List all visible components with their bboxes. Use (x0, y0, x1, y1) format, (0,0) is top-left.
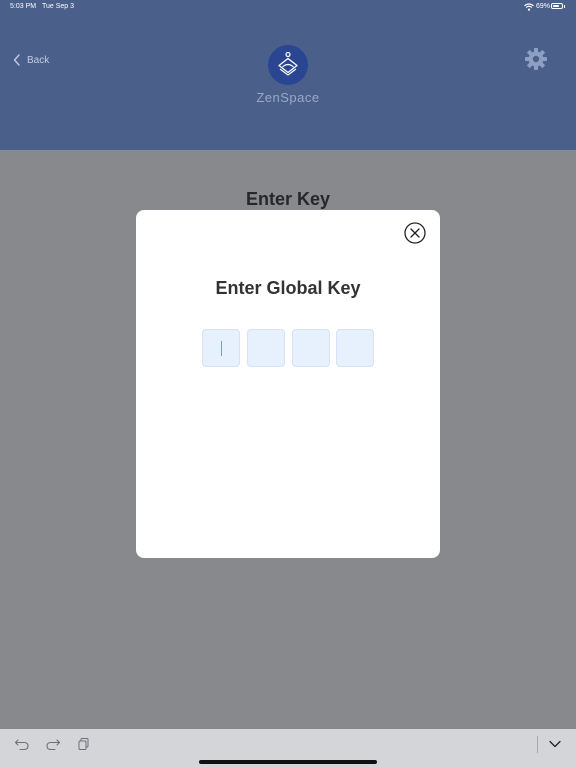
status-time: 5:03 PM (10, 3, 37, 10)
battery-icon (551, 3, 563, 9)
hide-keyboard-button[interactable] (547, 737, 563, 751)
status-bar: 5:03 PM Tue Sep 3 69% (0, 0, 576, 16)
app-name: ZenSpace (256, 90, 320, 105)
wifi-icon (524, 3, 534, 11)
undo-button[interactable] (14, 737, 30, 751)
battery-percent: 69% (536, 3, 551, 10)
chevron-left-icon (13, 54, 20, 66)
paste-button[interactable] (76, 737, 92, 751)
redo-button[interactable] (45, 737, 61, 751)
paste-icon (78, 738, 89, 750)
toolbar-divider (537, 736, 538, 753)
modal-title: Enter Global Key (215, 278, 361, 298)
key-digit-input-4[interactable] (336, 329, 374, 367)
home-indicator (199, 760, 377, 764)
status-date: Tue Sep 3 (42, 3, 75, 10)
chevron-down-icon (549, 740, 561, 748)
enter-key-modal: Enter Global Key (136, 210, 440, 558)
app-screen: Back ZenSpace 5:03 PM Tue Sep 3 69% Ente… (0, 0, 576, 768)
back-label: Back (27, 54, 50, 66)
close-icon (404, 222, 426, 244)
battery-fill (553, 5, 559, 7)
zenspace-logo-icon (278, 51, 298, 76)
settings-button[interactable] (524, 47, 548, 71)
page-title: Enter Key (245, 189, 331, 209)
close-button[interactable] (404, 222, 426, 244)
app-logo (268, 45, 308, 85)
battery-tip (564, 5, 565, 8)
redo-icon (46, 739, 61, 751)
app-header: Back ZenSpace (0, 0, 576, 150)
key-digit-input-3[interactable] (292, 329, 330, 367)
back-button[interactable]: Back (13, 52, 49, 68)
gear-icon (525, 48, 547, 70)
text-cursor (221, 341, 222, 356)
key-digit-input-2[interactable] (247, 329, 285, 367)
undo-icon (14, 739, 29, 751)
key-digit-input-1[interactable] (202, 329, 240, 367)
